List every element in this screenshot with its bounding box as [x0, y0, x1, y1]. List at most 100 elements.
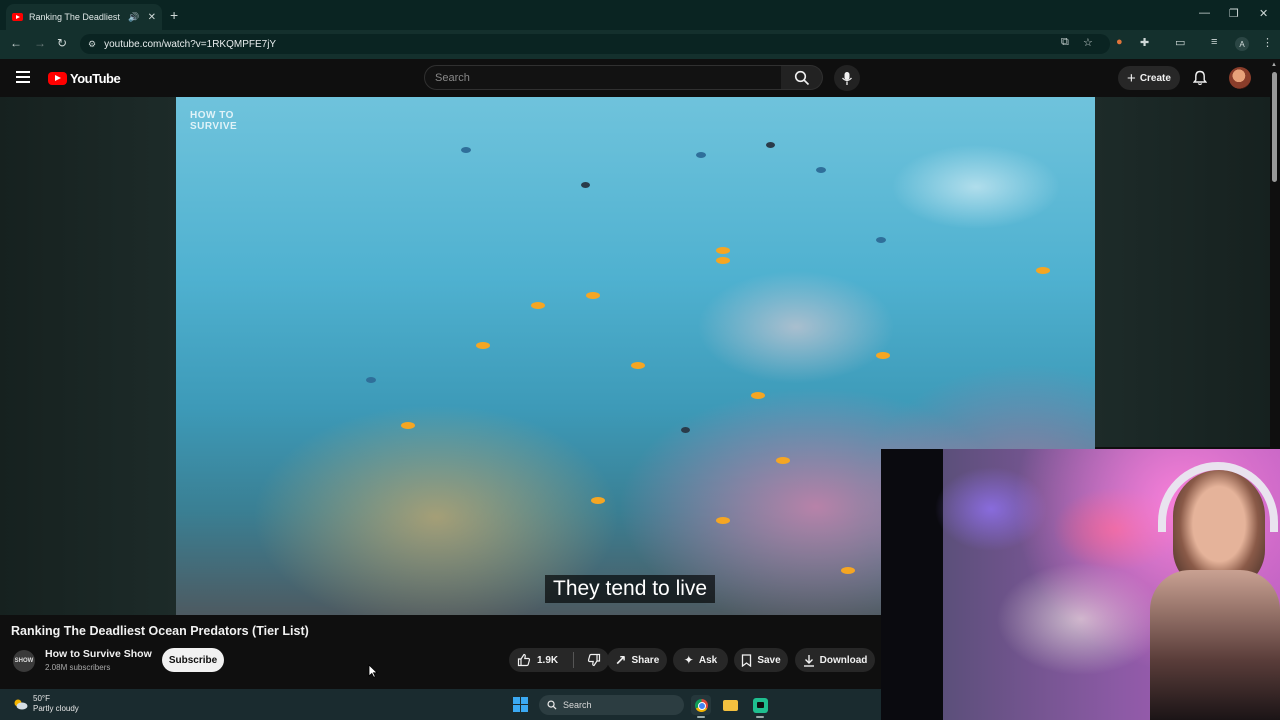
close-window-button[interactable]: ✕: [1259, 7, 1268, 20]
search-button[interactable]: [781, 65, 823, 90]
fish-decoration: [716, 247, 730, 254]
install-app-icon[interactable]: ⧉: [1061, 36, 1069, 49]
weather-temperature: 50°F: [33, 694, 50, 703]
search-input[interactable]: Search: [424, 65, 782, 90]
browser-menu-icon[interactable]: ⋮: [1262, 36, 1273, 49]
hamburger-menu-icon[interactable]: [16, 71, 30, 83]
ambient-glow-left: [0, 97, 176, 615]
fish-decoration: [876, 237, 886, 243]
browser-profile-avatar[interactable]: A: [1235, 37, 1249, 51]
sparkle-icon: ✦: [683, 653, 694, 667]
app-taskbar-button[interactable]: [750, 695, 770, 715]
video-title: Ranking The Deadliest Ocean Predators (T…: [11, 624, 309, 638]
fish-decoration: [591, 497, 605, 504]
youtube-logo-text: YouTube: [70, 71, 121, 86]
like-count: 1.9K: [537, 654, 559, 666]
subscriber-count: 2.08M subscribers: [45, 663, 111, 672]
create-button[interactable]: + Create: [1118, 66, 1180, 90]
fish-decoration: [696, 152, 706, 158]
webcam-person-body: [1150, 570, 1280, 720]
ask-button[interactable]: ✦ Ask: [673, 648, 728, 672]
like-divider: [573, 652, 575, 668]
close-tab-icon[interactable]: ✕: [148, 12, 156, 23]
bell-icon: [1192, 70, 1208, 86]
youtube-play-logo-icon: [48, 72, 67, 85]
share-label: Share: [631, 654, 660, 666]
browser-tab-strip: [0, 0, 1280, 30]
back-button[interactable]: ←: [10, 36, 22, 50]
fish-decoration: [766, 142, 775, 148]
folder-icon: [722, 699, 738, 711]
voice-search-button[interactable]: [834, 65, 860, 91]
bookmark-icon: [742, 653, 752, 667]
ask-label: Ask: [698, 654, 718, 666]
youtube-favicon-icon: [12, 13, 23, 21]
address-bar[interactable]: ⚙ youtube.com/watch?v=1RKQMPFE7jY: [80, 34, 1110, 54]
download-icon: [803, 654, 814, 667]
fish-decoration: [586, 292, 600, 299]
thumbs-up-icon: [517, 653, 531, 667]
fish-decoration: [776, 457, 790, 464]
fish-decoration: [876, 352, 890, 359]
fish-decoration: [816, 167, 826, 173]
bookmark-star-icon[interactable]: ☆: [1083, 36, 1093, 49]
file-explorer-taskbar-button[interactable]: [720, 695, 740, 715]
notifications-button[interactable]: [1192, 70, 1208, 91]
download-button[interactable]: Download: [795, 648, 875, 672]
microphone-icon: [842, 71, 852, 85]
weather-widget[interactable]: 50°F Partly cloudy: [12, 694, 79, 714]
fish-decoration: [841, 567, 855, 574]
create-label: Create: [1139, 72, 1171, 84]
youtube-logo[interactable]: YouTube: [48, 71, 121, 86]
tab-title: Ranking The Deadliest Ocean Predators (T…: [29, 12, 122, 22]
extension-icon[interactable]: ●: [1116, 36, 1123, 48]
search-icon: [547, 700, 557, 710]
fish-decoration: [681, 427, 690, 433]
site-info-icon[interactable]: ⚙: [88, 39, 96, 50]
extensions-puzzle-icon[interactable]: ✚: [1140, 36, 1149, 49]
fish-decoration: [531, 302, 545, 309]
subscribe-button[interactable]: Subscribe: [162, 648, 224, 672]
weather-condition: Partly cloudy: [33, 704, 79, 713]
like-dislike-group: 1.9K: [509, 648, 609, 672]
fish-decoration: [461, 147, 471, 153]
account-avatar[interactable]: [1229, 67, 1251, 89]
running-app-indicator: [756, 716, 764, 718]
speaker-icon[interactable]: 🔊: [128, 12, 139, 23]
fish-decoration: [716, 517, 730, 524]
fish-decoration: [366, 377, 376, 383]
plus-icon: +: [1127, 69, 1136, 87]
windows-taskbar: [0, 689, 881, 720]
taskbar-search[interactable]: Search: [539, 695, 684, 715]
fish-decoration: [631, 362, 645, 369]
fish-decoration: [476, 342, 490, 349]
search-icon: [794, 70, 809, 85]
reload-button[interactable]: ↻: [57, 36, 67, 50]
thumbs-down-icon: [588, 653, 601, 667]
save-button[interactable]: Save: [734, 648, 788, 672]
like-button[interactable]: 1.9K: [517, 653, 558, 667]
scrollbar-thumb[interactable]: [1272, 72, 1277, 182]
channel-name[interactable]: How to Survive Show: [45, 648, 152, 660]
cast-icon[interactable]: ▭: [1175, 36, 1185, 49]
browser-tab[interactable]: Ranking The Deadliest Ocean Predators (T…: [6, 4, 162, 30]
dislike-button[interactable]: [587, 653, 601, 667]
chrome-taskbar-button[interactable]: [691, 695, 711, 715]
media-controls-icon[interactable]: ≡: [1211, 36, 1217, 48]
mouse-cursor-icon: [368, 664, 378, 683]
forward-button[interactable]: →: [34, 36, 46, 50]
ambient-glow-right: [1095, 97, 1270, 447]
minimize-button[interactable]: —: [1199, 7, 1210, 19]
restore-button[interactable]: ❐: [1229, 7, 1239, 20]
partly-cloudy-icon: [14, 699, 28, 710]
chrome-icon: [694, 698, 708, 712]
fish-decoration: [1036, 267, 1050, 274]
save-label: Save: [757, 654, 781, 666]
windows-start-icon[interactable]: [513, 697, 528, 712]
fish-decoration: [581, 182, 590, 188]
scroll-up-arrow-icon[interactable]: ▲: [1271, 62, 1277, 68]
channel-avatar[interactable]: SHOW: [13, 650, 35, 672]
video-caption: They tend to live: [545, 575, 716, 603]
new-tab-button[interactable]: +: [170, 7, 178, 23]
share-button[interactable]: ↗ Share: [607, 648, 667, 672]
